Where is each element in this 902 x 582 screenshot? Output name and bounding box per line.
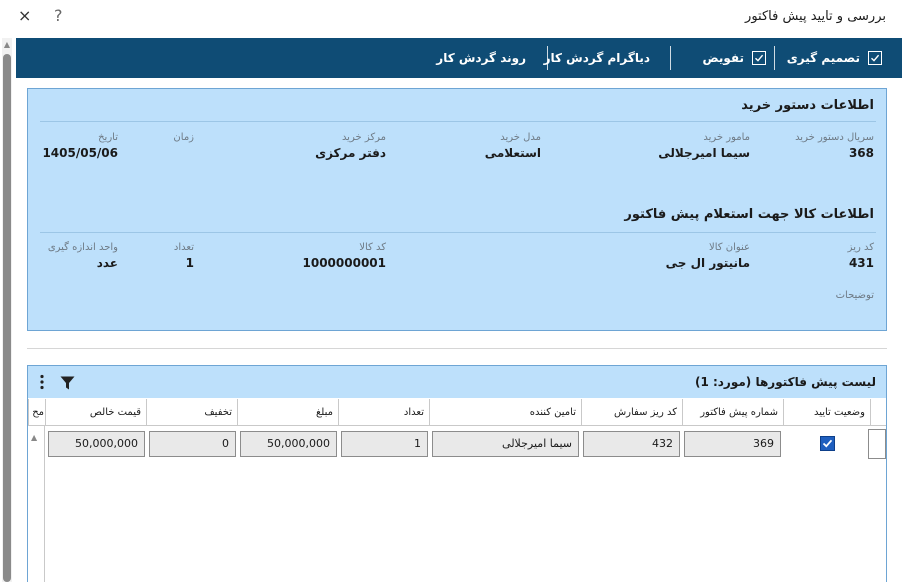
divider xyxy=(40,121,876,122)
order-info-title: اطلاعات دستور خرید xyxy=(741,98,874,113)
delegate-label: تفویض xyxy=(702,51,744,65)
column-header-quantity[interactable]: تعداد xyxy=(338,399,429,426)
purchase-center-value: دفتر مرکزی xyxy=(315,146,386,160)
divider xyxy=(40,232,876,233)
checkbox-icon xyxy=(752,51,766,65)
column-header-net-price[interactable]: قیمت خالص xyxy=(45,399,146,426)
purchase-agent-value: سیما امیرجلالی xyxy=(658,146,750,160)
time-label: زمان xyxy=(173,132,194,143)
scroll-up-arrow-icon[interactable]: ▲ xyxy=(31,433,37,442)
purchase-center-label: مرکز خرید xyxy=(341,132,386,143)
select-column-header[interactable] xyxy=(870,399,886,426)
approval-checkbox[interactable] xyxy=(820,436,835,451)
quantity-label: تعداد xyxy=(173,242,194,253)
supplier-cell[interactable]: سیما امیرجلالی xyxy=(432,431,579,457)
item-code-label: کد ریز xyxy=(847,242,874,253)
serial-value: 368 xyxy=(848,146,874,160)
toolbar-separator xyxy=(670,46,671,70)
date-label: تاریخ xyxy=(98,132,118,143)
purchase-agent-label: مامور خرید xyxy=(703,132,750,143)
close-button[interactable]: × xyxy=(18,6,31,26)
product-code-label: کد کالا xyxy=(359,242,386,253)
scroll-up-arrow-icon[interactable]: ▲ xyxy=(2,40,12,50)
delegate-button[interactable]: تفویض xyxy=(702,38,766,78)
checkbox-icon xyxy=(868,51,882,65)
serial-label: سریال دستور خرید xyxy=(795,132,874,143)
workflow-toolbar: تصمیم گیری تفویض دیاگرام گردش کار روند گ… xyxy=(16,38,902,78)
discount-cell[interactable]: 0 xyxy=(149,431,236,457)
unit-label: واحد اندازه گیری xyxy=(47,242,118,253)
invoice-list-title: لیست پیش فاکتورها (مورد: 1) xyxy=(694,375,876,389)
item-code-value: 431 xyxy=(848,256,874,270)
help-button[interactable]: ? xyxy=(54,6,63,26)
purchase-model-value: استعلامی xyxy=(484,146,541,160)
filter-icon[interactable] xyxy=(60,375,75,394)
invoice-list-header: لیست پیش فاکتورها (مورد: 1) xyxy=(28,366,886,398)
column-header-amount[interactable]: مبلغ xyxy=(237,399,338,426)
invoice-number-cell[interactable]: 369 xyxy=(684,431,781,457)
column-header-truncated[interactable]: مح xyxy=(28,399,45,426)
column-header-discount[interactable]: تخفیف xyxy=(146,399,237,426)
row-select-handle[interactable] xyxy=(868,429,886,459)
column-header-invoice-number[interactable]: شماره پیش فاکتور xyxy=(682,399,783,426)
item-info-title: اطلاعات کالا جهت استعلام پیش فاکتور xyxy=(624,207,874,222)
workflow-diagram-label: دیاگرام گردش کار xyxy=(543,51,650,65)
decision-button[interactable]: تصمیم گیری xyxy=(787,38,882,78)
window-title: بررسی و تایید پیش فاکتور xyxy=(745,9,886,24)
date-value: 1405/05/06 xyxy=(42,146,118,160)
column-header-approval-status[interactable]: وضعیت تایید xyxy=(783,399,870,426)
column-divider xyxy=(44,426,45,582)
toolbar-separator xyxy=(774,46,775,70)
quantity-cell[interactable]: 1 xyxy=(341,431,428,457)
order-item-code-cell[interactable]: 432 xyxy=(583,431,680,457)
quantity-value: 1 xyxy=(185,256,194,270)
decision-label: تصمیم گیری xyxy=(786,51,860,65)
column-header-supplier[interactable]: تامین کننده xyxy=(429,399,581,426)
column-header-order-item-code[interactable]: کد ریز سفارش xyxy=(581,399,682,426)
scrollbar-thumb[interactable] xyxy=(3,54,11,582)
item-title-value: مانیتور ال جی xyxy=(665,256,750,270)
item-title-label: عنوان کالا xyxy=(709,242,750,253)
window-title-bar: بررسی و تایید پیش فاکتور × ? xyxy=(0,0,902,36)
purchase-model-label: مدل خرید xyxy=(500,132,541,143)
amount-cell[interactable]: 50,000,000 xyxy=(240,431,337,457)
notes-label: توضیحات xyxy=(835,290,874,301)
product-code-value: 1000000001 xyxy=(302,256,387,270)
net-price-cell[interactable]: 50,000,000 xyxy=(48,431,145,457)
section-divider xyxy=(27,348,887,349)
order-info-panel: اطلاعات دستور خرید سریال دستور خرید 368 … xyxy=(27,88,887,331)
workflow-diagram-button[interactable]: دیاگرام گردش کار xyxy=(544,38,650,78)
unit-value: عدد xyxy=(96,256,118,270)
toolbar-separator xyxy=(547,46,548,70)
workflow-process-label: روند گردش کار xyxy=(436,51,526,65)
page-scrollbar[interactable]: ▲ xyxy=(2,38,12,582)
invoice-list-panel: لیست پیش فاکتورها (مورد: 1) وضعیت تایید … xyxy=(27,365,887,582)
workflow-process-button[interactable]: روند گردش کار xyxy=(436,38,526,78)
more-options-icon[interactable] xyxy=(40,374,44,394)
